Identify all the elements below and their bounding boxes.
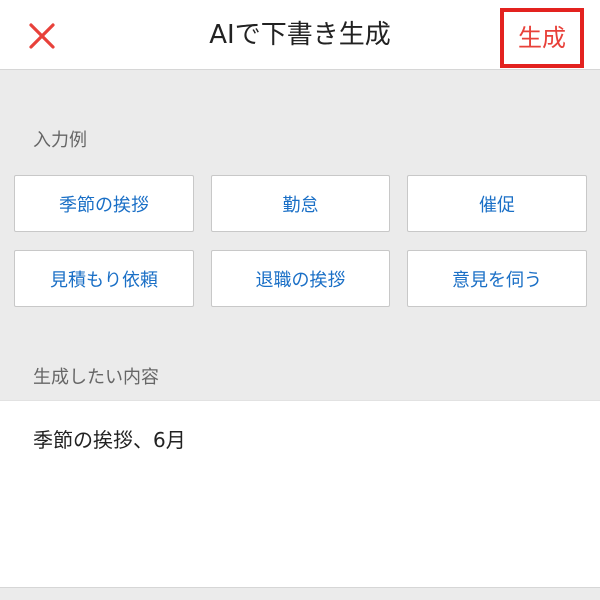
example-chip-ask-opinion[interactable]: 意見を伺う	[407, 250, 587, 307]
generate-button[interactable]: 生成	[500, 8, 584, 68]
example-chips: 季節の挨拶 勤怠 催促 見積もり依頼 退職の挨拶 意見を伺う	[14, 175, 587, 307]
example-chip-seasonal-greeting[interactable]: 季節の挨拶	[14, 175, 194, 232]
example-chip-reminder[interactable]: 催促	[407, 175, 587, 232]
example-chip-resignation-greeting[interactable]: 退職の挨拶	[211, 250, 390, 307]
content-input[interactable]: 季節の挨拶、6月	[0, 400, 600, 588]
content-input-value: 季節の挨拶、6月	[33, 428, 186, 452]
header-bar: AIで下書き生成 生成	[0, 0, 600, 70]
content-label: 生成したい内容	[33, 367, 159, 388]
example-chip-attendance[interactable]: 勤怠	[211, 175, 390, 232]
examples-label: 入力例	[33, 130, 87, 151]
example-chip-quote-request[interactable]: 見積もり依頼	[14, 250, 194, 307]
